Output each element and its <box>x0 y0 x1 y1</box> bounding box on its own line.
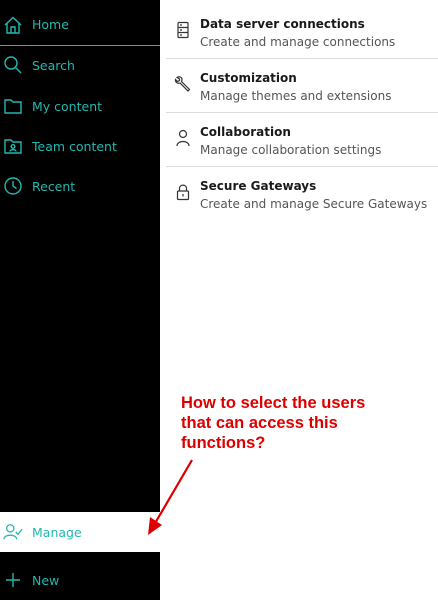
sidebar-item-label: Search <box>32 57 75 73</box>
folder-icon <box>2 95 24 117</box>
panel-item-secure-gateways[interactable]: Secure Gateways Create and manage Secure… <box>166 167 438 221</box>
panel-item-title: Customization <box>200 71 297 85</box>
panel-item-data-server-connections[interactable]: Data server connections Create and manag… <box>166 5 438 59</box>
sidebar-item-my-content[interactable]: My content <box>0 86 160 126</box>
sidebar-item-team-content[interactable]: Team content <box>0 126 160 166</box>
sidebar-item-manage[interactable]: Manage <box>0 512 160 552</box>
server-icon <box>166 16 200 39</box>
panel-item-title: Collaboration <box>200 125 291 139</box>
sidebar-item-new[interactable]: New <box>0 560 160 600</box>
panel-item-description: Create and manage Secure Gateways <box>200 197 428 211</box>
annotation-line: How to select the users <box>181 394 366 412</box>
wrench-icon <box>166 70 200 93</box>
sidebar-item-label: Manage <box>32 524 82 540</box>
lock-icon <box>166 178 200 201</box>
annotation-arrow <box>148 459 193 535</box>
annotation-line: functions? <box>181 434 266 452</box>
sidebar: Home Search My content Team content Rece… <box>0 0 160 600</box>
home-icon <box>2 14 24 36</box>
sidebar-item-search[interactable]: Search <box>0 45 160 85</box>
sidebar-item-label: Recent <box>32 178 76 194</box>
sidebar-item-label: Home <box>32 17 69 32</box>
user-icon <box>166 124 200 147</box>
panel-item-collaboration[interactable]: Collaboration Manage collaboration setti… <box>166 113 438 167</box>
plus-icon <box>2 569 24 591</box>
manage-panel: Data server connections Create and manag… <box>166 5 438 221</box>
annotation-text: How to select the users that can access … <box>181 393 401 453</box>
clock-icon <box>2 175 24 197</box>
panel-item-description: Manage collaboration settings <box>200 143 382 157</box>
sidebar-item-home[interactable]: Home <box>0 4 160 46</box>
sidebar-item-label: Team content <box>32 138 117 154</box>
user-check-icon <box>2 521 24 543</box>
panel-item-title: Secure Gateways <box>200 179 317 193</box>
annotation-line: that can access this <box>181 414 338 432</box>
sidebar-item-recent[interactable]: Recent <box>0 166 160 206</box>
team-folder-icon <box>2 135 24 157</box>
panel-item-description: Create and manage connections <box>200 35 396 49</box>
panel-item-title: Data server connections <box>200 17 365 31</box>
panel-item-description: Manage themes and extensions <box>200 89 392 103</box>
sidebar-item-label: My content <box>32 98 103 114</box>
sidebar-item-label: New <box>32 572 60 588</box>
search-icon <box>2 54 24 76</box>
panel-item-customization[interactable]: Customization Manage themes and extensio… <box>166 59 438 113</box>
